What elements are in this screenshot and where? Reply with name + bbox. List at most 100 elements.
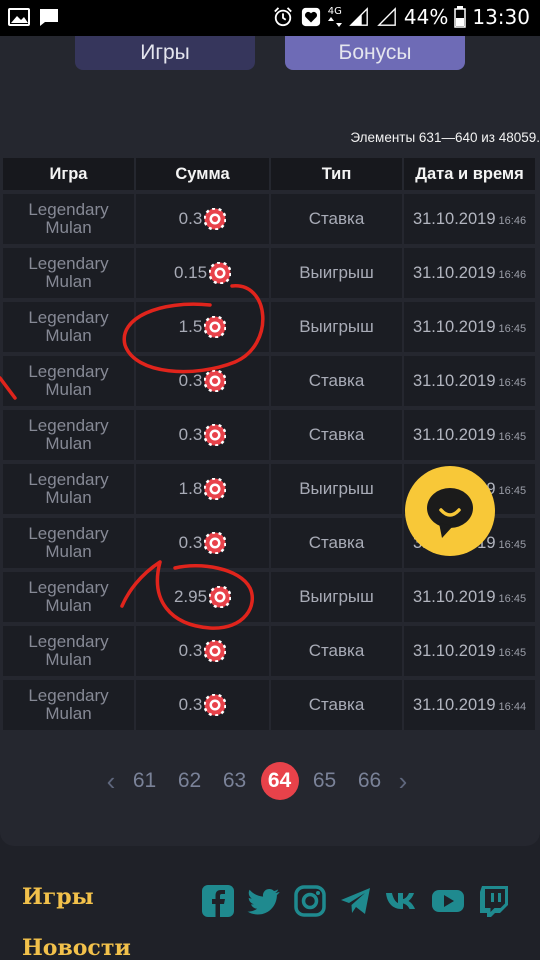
table-header: Игра Сумма Тип Дата и время [2,156,540,192]
footer-link-news[interactable]: Новости [22,935,131,960]
history-table: Игра Сумма Тип Дата и время Legendary Mu… [2,156,540,732]
datetime-cell: 31.10.201916:45 [404,626,535,676]
telegram-icon[interactable] [339,884,373,918]
column-header-datetime[interactable]: Дата и время [404,158,535,190]
youtube-icon[interactable] [431,884,465,918]
facebook-icon[interactable] [201,884,235,918]
heart-badge-icon [301,7,320,27]
column-header-type[interactable]: Тип [271,158,402,190]
chip-icon [204,532,227,554]
page-65[interactable]: 65 [302,763,347,799]
time-value: 16:46 [498,268,527,281]
datetime-cell: 31.10.201916:45 [404,410,535,460]
table-row[interactable]: Legendary Mulan 0.3 Ставка 31.10.2019 16:46 [2,192,540,246]
amount-cell: 1.8 [136,464,269,514]
battery-percent: 44% [403,5,449,29]
page-64-current[interactable]: 64 [257,762,302,800]
chip-icon [204,370,227,392]
twitch-icon[interactable] [477,884,511,918]
transaction-type: Ставка [308,425,365,444]
type-cell: Ставка [271,356,402,406]
amount-value: 0.3 [178,641,203,660]
amount-cell: 2.95 [136,572,269,622]
pagination: ‹ 61 62 63 64 65 66 › [100,762,414,800]
clock: 13:30 [472,5,530,29]
table-row[interactable]: Legendary Mulan 1.5 Выигрыш 31.10.2019 16:45 [2,300,540,354]
amount-value: 0.3 [178,209,203,228]
date-value: 31.10.2019 [412,641,496,660]
data-arrows-icon [327,17,342,27]
page-61[interactable]: 61 [122,763,167,799]
game-cell: Legendary Mulan [3,248,134,298]
column-header-amount[interactable]: Сумма [136,158,269,190]
time-value: 16:45 [498,322,527,335]
vk-icon[interactable] [385,884,419,918]
table-row[interactable]: Legendary Mulan 0.3 Ставка 31.10.201916:45 [2,354,540,408]
page-62[interactable]: 62 [167,763,212,799]
column-header-game[interactable]: Игра [3,158,134,190]
type-cell: Ставка [271,410,402,460]
network-type: 4G [327,6,342,17]
date-value: 31.10.2019 [412,587,496,606]
prev-page-button[interactable]: ‹ [100,763,122,799]
type-cell: Ставка [271,626,402,676]
type-cell: Выигрыш [271,464,402,514]
amount-value: 0.3 [178,533,203,552]
game-cell: Legendary Mulan [3,626,134,676]
alarm-icon [273,7,292,27]
chip-icon [204,478,227,500]
transaction-type: Ставка [308,533,365,552]
table-row[interactable]: Legendary Mulan 0.15 Выигрыш 31.10.2019 16:4… [2,246,540,300]
game-cell: Legendary Mulan [3,194,134,244]
table-row[interactable]: Legendary Mulan 2.95 Выигрыш 31.10.2019 16:4… [2,570,540,624]
game-name: Legendary Mulan [28,578,109,615]
amount-value: 1.5 [178,317,203,336]
date-value: 31.10.2019 [412,425,496,444]
date-value: 31.10.2019 [412,371,496,390]
instagram-icon[interactable] [293,884,327,918]
date-value: 31.10.2019 [412,263,496,282]
date-value: 31.10.2019 [412,209,496,228]
game-name: Legendary Mulan [28,632,109,669]
amount-cell: 0.3 [136,356,269,406]
amount-value: 1.8 [178,479,203,498]
page-63[interactable]: 63 [212,763,257,799]
page-66[interactable]: 66 [347,763,392,799]
history-panel: Игры Бонусы Элементы 631—640 из 48059. И… [0,36,540,846]
game-cell: Legendary Mulan [3,518,134,568]
table-row[interactable]: Legendary Mulan 0.3 Ставка 31.10.201916:45 [2,408,540,462]
datetime-cell: 31.10.2019 16:46 [404,248,535,298]
type-cell: Выигрыш [271,248,402,298]
time-value: 16:45 [498,592,527,605]
datetime-cell: 31.10.201916:45 [404,572,535,622]
amount-value: 0.15 [173,263,208,282]
game-name: Legendary Mulan [28,254,109,291]
amount-value: 0.3 [178,371,203,390]
tab-bonuses[interactable]: Бонусы [285,36,465,70]
chip-icon [209,586,232,608]
chat-bubble-icon [427,488,473,538]
transaction-type: Ставка [308,641,365,660]
transaction-type: Выигрыш [299,587,374,606]
tab-games[interactable]: Игры [75,36,255,70]
twitter-icon[interactable] [247,884,281,918]
datetime-cell: 31.10.2019 16:46 [404,194,535,244]
chip-icon [204,424,227,446]
support-chat-button[interactable] [405,466,495,556]
amount-cell: 0.3 [136,626,269,676]
next-page-button[interactable]: › [392,763,414,799]
amount-cell: 0.3 [136,194,269,244]
table-row[interactable]: Legendary Mulan 0.3 Ставка 31.10.2019 16:44 [2,678,540,732]
time-value: 16:45 [498,484,527,497]
game-name: Legendary Mulan [28,470,109,507]
footer-link-games[interactable]: Игры [22,884,94,910]
amount-value: 2.95 [173,587,208,606]
time-value: 16:45 [498,430,527,443]
table-row[interactable]: Legendary Mulan 0.3 Ставка 31.10.201916:45 [2,624,540,678]
signal-icon [349,7,368,26]
game-name: Legendary Mulan [28,308,109,345]
datetime-cell: 31.10.201916:45 [404,302,535,352]
date-value: 31.10.2019 [412,317,496,336]
amount-cell: 0.15 [136,248,269,298]
active-page-label: 64 [260,762,299,800]
